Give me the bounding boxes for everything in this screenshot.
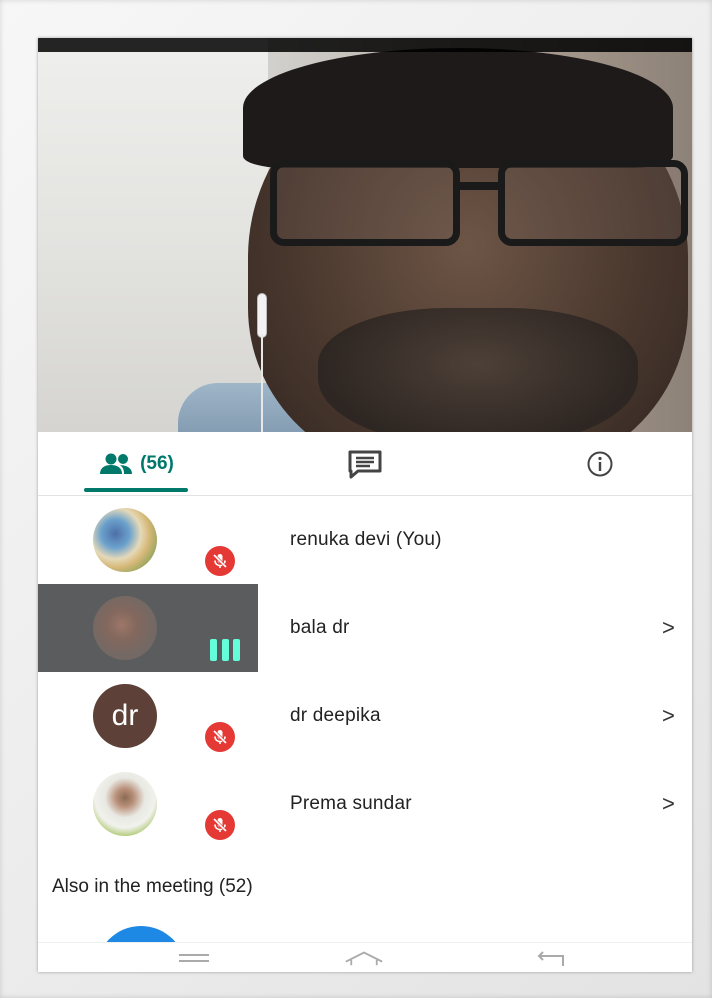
participant-row[interactable]: dr dr deepika > (38, 672, 692, 760)
participant-count: (56) (140, 453, 174, 474)
participant-row[interactable]: renuka devi (You) (38, 496, 692, 584)
tab-chat[interactable] (328, 432, 402, 496)
chevron-right-icon[interactable]: > (662, 672, 675, 760)
mic-off-icon (205, 810, 235, 840)
participant-name: Prema sundar (290, 793, 412, 814)
participant-row[interactable]: bala dr > (38, 584, 692, 672)
main-video-feed[interactable] (38, 38, 692, 432)
participant-name: renuka devi (You) (290, 529, 442, 550)
info-icon (587, 451, 613, 477)
mic-off-icon (205, 546, 235, 576)
chat-icon (348, 450, 382, 479)
menu-icon[interactable] (174, 947, 214, 969)
also-in-meeting-heading: Also in the meeting (52) (52, 876, 253, 897)
phone-screen: (56) renuka devi (You) bala dr > dr dr d… (38, 38, 692, 972)
participant-name: dr deepika (290, 705, 381, 726)
back-icon[interactable] (530, 947, 570, 969)
tab-participants[interactable]: (56) (80, 432, 192, 496)
avatar (93, 596, 157, 660)
mic-off-icon (205, 722, 235, 752)
meeting-tabs: (56) (38, 432, 692, 496)
tab-meeting-info[interactable] (568, 432, 632, 496)
home-icon[interactable] (344, 947, 384, 969)
chevron-right-icon[interactable]: > (662, 760, 675, 848)
active-tab-indicator (84, 488, 188, 492)
speaking-highlight (38, 584, 258, 672)
avatar-initials: dr (93, 684, 157, 748)
people-icon (100, 453, 133, 474)
avatar (93, 772, 157, 836)
chevron-right-icon[interactable]: > (662, 584, 675, 672)
participant-name: bala dr (290, 617, 350, 638)
screenshot-frame: (56) renuka devi (You) bala dr > dr dr d… (0, 0, 712, 998)
system-nav-bar (38, 942, 692, 972)
status-bar (38, 38, 692, 52)
avatar (93, 508, 157, 572)
participant-row[interactable]: Prema sundar > (38, 760, 692, 848)
audio-level-icon (210, 639, 240, 661)
